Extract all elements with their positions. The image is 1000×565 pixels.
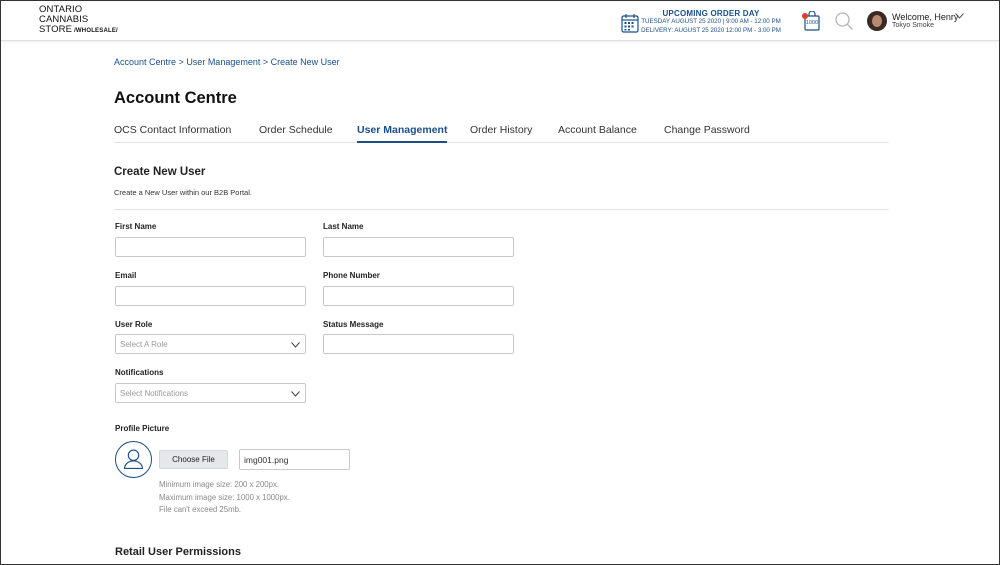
file-name-field[interactable]: img001.png bbox=[239, 449, 350, 470]
chevron-down-icon bbox=[291, 342, 300, 348]
profile-picture-label: Profile Picture bbox=[115, 424, 170, 433]
delivery-time: DELIVERY: AUGUST 25 2020 12:00 PM - 3:00… bbox=[641, 26, 781, 34]
form-title: Create New User bbox=[114, 166, 206, 178]
user-placeholder-icon bbox=[115, 441, 152, 478]
user-role-label: User Role bbox=[115, 320, 153, 329]
user-role-select[interactable]: Select A Role bbox=[115, 334, 306, 354]
image-max-size-hint: Maximum image size: 1000 x 1000px. bbox=[159, 493, 290, 502]
page-frame: ONTARIO CANNABIS STORE /WHOLESALE/ UPCOM… bbox=[0, 0, 1000, 565]
chevron-down-icon[interactable] bbox=[955, 13, 964, 19]
tab-order-history[interactable]: Order History bbox=[470, 124, 532, 143]
chevron-down-icon bbox=[291, 391, 300, 397]
breadcrumb-item-account-centre[interactable]: Account Centre bbox=[114, 57, 176, 67]
last-name-field[interactable] bbox=[323, 237, 514, 257]
first-name-field[interactable] bbox=[115, 237, 306, 257]
order-day-time: TUESDAY AUGUST 25 2020 | 9:00 AM - 12:00… bbox=[641, 18, 781, 25]
first-name-label: First Name bbox=[115, 222, 157, 231]
notifications-placeholder: Select Notifications bbox=[120, 389, 189, 398]
notifications-label: Notifications bbox=[115, 368, 164, 377]
breadcrumb: Account Centre > User Management > Creat… bbox=[114, 57, 340, 67]
email-label: Email bbox=[115, 271, 137, 280]
user-avatar[interactable] bbox=[867, 11, 887, 31]
status-message-field[interactable] bbox=[323, 334, 514, 354]
welcome-text[interactable]: Welcome, Henry bbox=[892, 12, 958, 22]
notifications-select[interactable]: Select Notifications bbox=[115, 383, 306, 403]
file-size-hint: File can't exceed 25mb. bbox=[159, 505, 242, 514]
email-field[interactable] bbox=[115, 286, 306, 306]
cart-notification-dot bbox=[802, 13, 808, 19]
tab-account-balance[interactable]: Account Balance bbox=[558, 124, 637, 143]
status-message-label: Status Message bbox=[323, 320, 384, 329]
breadcrumb-item-user-management[interactable]: User Management bbox=[186, 57, 260, 67]
breadcrumb-item-create-new-user[interactable]: Create New User bbox=[271, 57, 340, 67]
user-role-placeholder: Select A Role bbox=[120, 340, 168, 349]
breadcrumb-separator: > bbox=[176, 57, 187, 67]
tab-change-password[interactable]: Change Password bbox=[664, 124, 750, 143]
account-tabs: OCS Contact Information Order Schedule U… bbox=[114, 124, 889, 143]
phone-field[interactable] bbox=[323, 286, 514, 306]
cart-count: 1000 bbox=[805, 20, 819, 26]
form-description: Create a New User within our B2B Portal. bbox=[114, 188, 252, 197]
upcoming-order-day: UPCOMING ORDER DAY TUESDAY AUGUST 25 202… bbox=[641, 9, 781, 35]
image-min-size-hint: Minimum image size: 200 x 200px. bbox=[159, 480, 280, 489]
tab-order-schedule[interactable]: Order Schedule bbox=[259, 124, 333, 143]
logo-line-3: STORE bbox=[39, 24, 73, 35]
retail-permissions-title: Retail User Permissions bbox=[115, 546, 241, 558]
page-title: Account Centre bbox=[114, 89, 237, 107]
breadcrumb-separator: > bbox=[260, 57, 271, 67]
phone-label: Phone Number bbox=[323, 271, 380, 280]
company-name: Tokyo Smoke bbox=[892, 22, 935, 29]
section-divider bbox=[114, 209, 889, 210]
tab-user-management[interactable]: User Management bbox=[357, 124, 448, 143]
tab-ocs-contact-information[interactable]: OCS Contact Information bbox=[114, 124, 231, 143]
last-name-label: Last Name bbox=[323, 222, 364, 231]
search-icon[interactable] bbox=[834, 11, 854, 31]
choose-file-button[interactable]: Choose File bbox=[159, 450, 228, 469]
order-day-title: UPCOMING ORDER DAY bbox=[662, 9, 760, 18]
logo-wholesale-tag: /WHOLESALE/ bbox=[74, 28, 118, 34]
top-header: ONTARIO CANNABIS STORE /WHOLESALE/ UPCOM… bbox=[1, 1, 999, 41]
calendar-icon bbox=[621, 14, 639, 33]
ocs-logo[interactable]: ONTARIO CANNABIS STORE /WHOLESALE/ bbox=[39, 5, 118, 36]
